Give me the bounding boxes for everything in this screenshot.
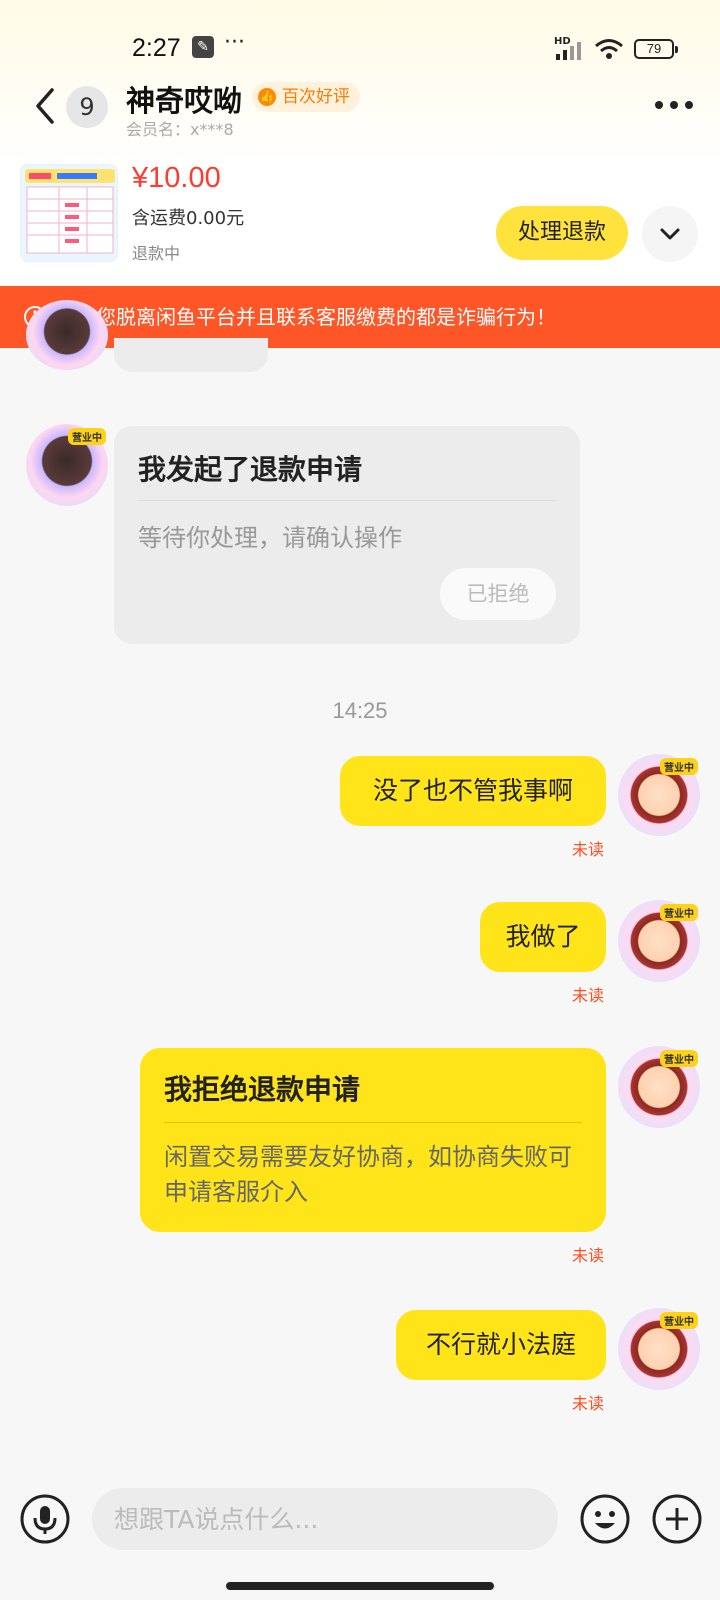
refund-request-desc: 等待你处理，请确认操作 bbox=[138, 524, 402, 552]
my-avatar[interactable]: 营业中 bbox=[618, 900, 700, 982]
home-indicator[interactable] bbox=[226, 1582, 494, 1590]
unread-count-badge[interactable]: 9 bbox=[66, 86, 108, 128]
avatar-status-tag: 营业中 bbox=[660, 758, 698, 775]
process-refund-button[interactable]: 处理退款 bbox=[496, 206, 628, 260]
contact-avatar[interactable]: 营业中 bbox=[26, 424, 108, 506]
message-bubble[interactable]: 我做了 bbox=[480, 902, 606, 972]
microphone-icon[interactable] bbox=[20, 1494, 70, 1544]
product-shipping: 含运费0.00元 bbox=[132, 208, 245, 229]
unread-label: 未读 bbox=[572, 986, 605, 1005]
avatar-status-tag: 营业中 bbox=[660, 1312, 698, 1329]
signal-icon bbox=[556, 42, 581, 60]
message-input[interactable] bbox=[92, 1488, 558, 1550]
refund-request-title: 我发起了退款申请 bbox=[138, 453, 363, 486]
more-notifications-icon: ··· bbox=[224, 30, 245, 55]
product-status: 退款中 bbox=[132, 244, 181, 263]
product-price: ¥10.00 bbox=[132, 162, 221, 194]
avatar-status-tag: 营业中 bbox=[660, 1050, 698, 1067]
fraud-warning-banner: ! 引导您脱离闲鱼平台并且联系客服缴费的都是诈骗行为！ bbox=[0, 286, 720, 348]
contact-avatar[interactable] bbox=[26, 300, 108, 370]
unread-label: 未读 bbox=[572, 840, 605, 859]
plus-icon[interactable] bbox=[652, 1494, 702, 1544]
expand-button[interactable] bbox=[642, 206, 698, 262]
refund-reject-title: 我拒绝退款申请 bbox=[164, 1073, 361, 1106]
my-avatar[interactable]: 营业中 bbox=[618, 754, 700, 836]
wrench-icon: ✎ bbox=[192, 36, 214, 58]
refund-reject-card[interactable]: 我拒绝退款申请 闲置交易需要友好协商，如协商失败可申请客服介入 bbox=[140, 1048, 606, 1232]
product-image[interactable] bbox=[20, 164, 118, 262]
emoji-icon[interactable] bbox=[580, 1494, 630, 1544]
my-avatar[interactable]: 营业中 bbox=[618, 1046, 700, 1128]
my-avatar[interactable]: 营业中 bbox=[618, 1308, 700, 1390]
more-options-icon[interactable] bbox=[654, 95, 694, 115]
thumbs-up-icon: 👍 bbox=[258, 88, 276, 106]
refund-reject-desc: 闲置交易需要友好协商，如协商失败可申请客服介入 bbox=[164, 1143, 572, 1206]
message-bubble[interactable]: 不行就小法庭 bbox=[396, 1310, 606, 1380]
rejected-status-button: 已拒绝 bbox=[440, 568, 556, 620]
member-name: 会员名：x***8 bbox=[126, 120, 234, 139]
refund-request-card[interactable]: 我发起了退款申请 等待你处理，请确认操作 已拒绝 bbox=[114, 426, 580, 644]
chevron-down-icon bbox=[660, 228, 680, 240]
product-thumbnail-graphic bbox=[21, 165, 117, 261]
unread-label: 未读 bbox=[572, 1246, 605, 1265]
wifi-icon bbox=[595, 39, 623, 59]
back-icon[interactable] bbox=[30, 86, 60, 126]
status-bar: 2:27 ✎ ··· HD 79 bbox=[0, 28, 720, 68]
card-divider bbox=[164, 1122, 582, 1123]
avatar-status-tag: 营业中 bbox=[68, 428, 106, 445]
previous-message-bubble bbox=[114, 338, 268, 372]
message-timestamp: 14:25 bbox=[332, 698, 388, 723]
unread-label: 未读 bbox=[572, 1394, 605, 1413]
warning-text: 引导您脱离闲鱼平台并且联系客服缴费的都是诈骗行为！ bbox=[56, 305, 556, 329]
good-review-badge: 👍 百次好评 bbox=[252, 82, 360, 112]
message-bubble[interactable]: 没了也不管我事啊 bbox=[340, 756, 606, 826]
battery-indicator: 79 bbox=[634, 39, 678, 59]
badge-label: 百次好评 bbox=[282, 87, 350, 107]
status-time: 2:27 bbox=[132, 34, 181, 62]
contact-name: 神奇哎呦 bbox=[126, 84, 243, 118]
avatar-status-tag: 营业中 bbox=[660, 904, 698, 921]
card-divider bbox=[138, 500, 556, 501]
